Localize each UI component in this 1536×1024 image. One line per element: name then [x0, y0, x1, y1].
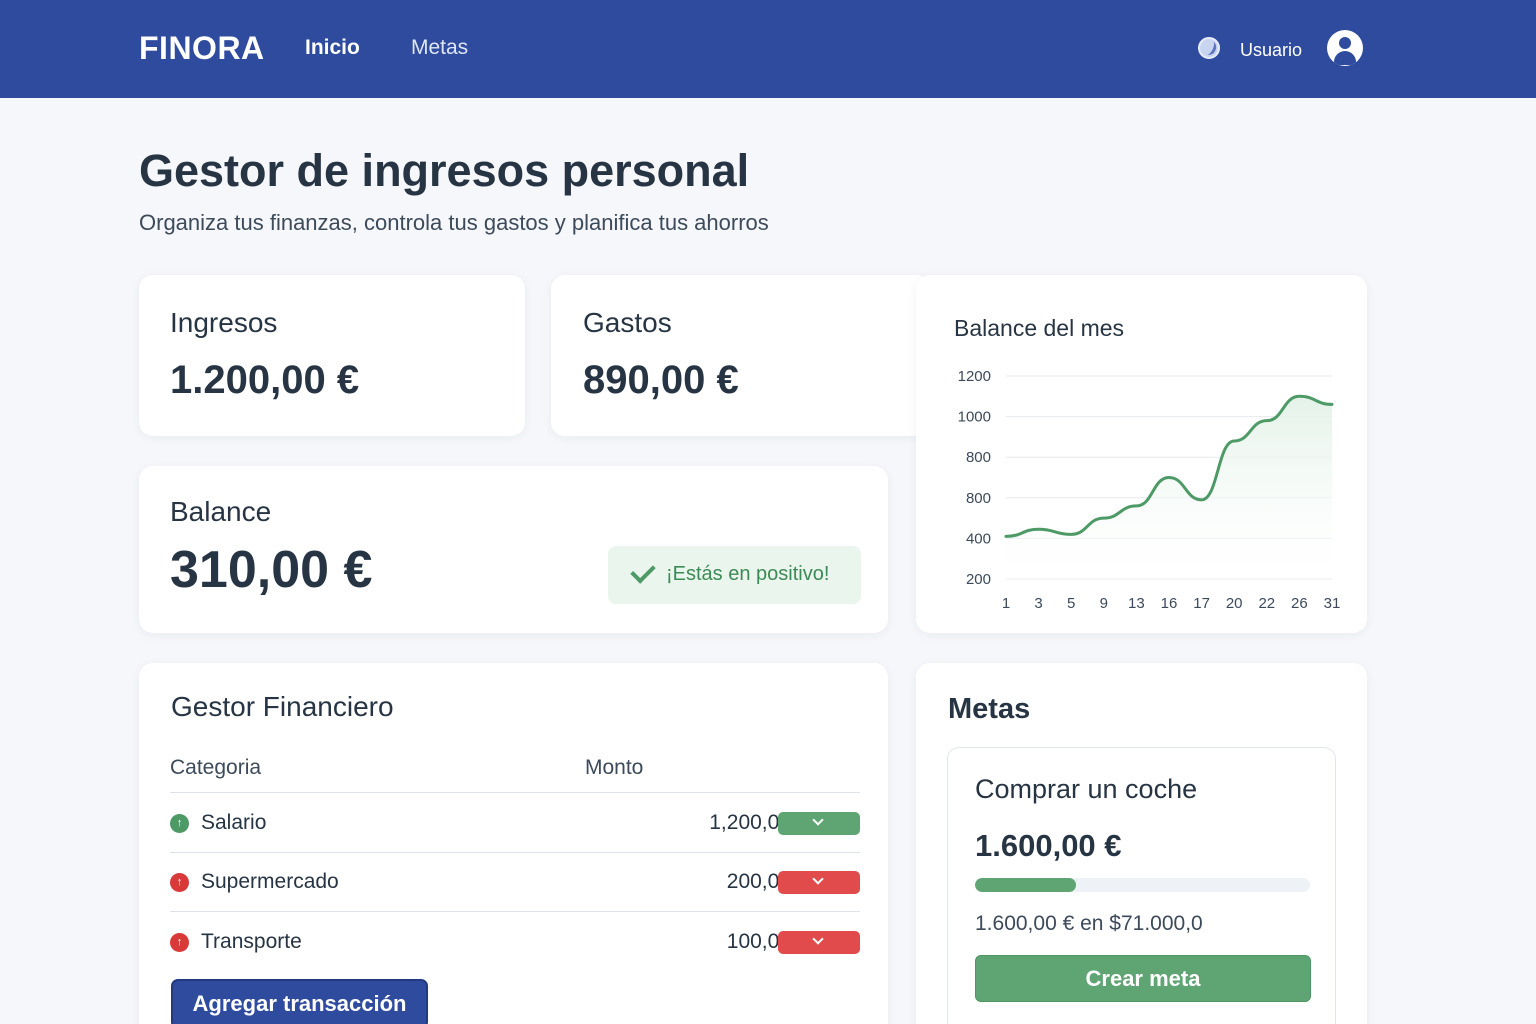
nav-link-metas[interactable]: Metas — [411, 36, 468, 60]
metas-title: Metas — [948, 693, 1031, 725]
goal-progress-fill — [975, 878, 1076, 892]
x-tick-label: 5 — [1067, 595, 1075, 612]
user-avatar-icon[interactable] — [1327, 30, 1363, 66]
gestor-financiero-card: Gestor Financiero Categoria Monto ↑ Sala… — [139, 663, 888, 1024]
y-tick-label: 400 — [966, 530, 991, 547]
table-row: ↑ Supermercado 200,00 — [170, 853, 860, 911]
row-amount: 200,00 — [726, 870, 791, 893]
x-tick-label: 9 — [1100, 595, 1108, 612]
y-tick-label: 800 — [966, 490, 991, 507]
table-divider — [170, 792, 860, 793]
brand-logo[interactable]: FINORA — [139, 30, 265, 67]
top-navigation-bar: FINORA Inicio Metas Usuario — [0, 0, 1536, 98]
table-row: ↑ Salario 1,200,00 — [170, 794, 860, 852]
row-dropdown-button[interactable] — [778, 931, 860, 954]
add-transaction-button[interactable]: Agregar transacción — [171, 979, 428, 1024]
ingresos-card: Ingresos 1.200,00 € — [139, 275, 525, 436]
positive-status-badge: ¡Estás en positivo! — [608, 546, 861, 604]
gastos-label: Gastos — [583, 307, 672, 338]
row-category: Supermercado — [201, 870, 339, 893]
x-tick-label: 13 — [1128, 595, 1145, 612]
expense-arrow-icon: ↑ — [170, 933, 189, 952]
row-dropdown-button[interactable] — [778, 871, 860, 894]
table-divider — [170, 911, 860, 912]
x-tick-label: 20 — [1226, 595, 1243, 612]
x-tick-label: 17 — [1193, 595, 1210, 612]
goal-card: Comprar un coche 1.600,00 € 1.600,00 € e… — [947, 747, 1336, 1024]
positive-status-text: ¡Estás en positivo! — [666, 563, 830, 585]
metas-card: Metas Comprar un coche 1.600,00 € 1.600,… — [916, 663, 1367, 1024]
x-tick-label: 1 — [1002, 595, 1010, 612]
create-goal-button[interactable]: Crear meta — [975, 955, 1311, 1002]
row-category: Salario — [201, 811, 267, 834]
user-label[interactable]: Usuario — [1240, 40, 1302, 61]
y-tick-label: 200 — [966, 571, 991, 588]
balance-value: 310,00 € — [170, 541, 373, 599]
chevron-down-icon — [812, 933, 824, 945]
checkmark-icon — [630, 558, 656, 584]
ingresos-value: 1.200,00 € — [170, 358, 360, 402]
page-title: Gestor de ingresos personal — [139, 145, 750, 196]
gestor-title: Gestor Financiero — [171, 691, 394, 722]
y-tick-label: 1000 — [958, 409, 991, 426]
x-tick-label: 31 — [1324, 595, 1341, 612]
income-arrow-icon: ↑ — [170, 814, 189, 833]
balance-chart-card: Balance del mes 200 400 800 800 1000 1200 1 3 5 9… — [916, 275, 1367, 633]
globe-icon[interactable] — [1198, 37, 1220, 59]
gastos-value: 890,00 € — [583, 358, 739, 402]
row-amount: 1,200,00 — [709, 811, 791, 834]
goal-name: Comprar un coche — [975, 774, 1198, 804]
expense-arrow-icon: ↑ — [170, 873, 189, 892]
chevron-down-icon — [812, 814, 824, 826]
ingresos-label: Ingresos — [170, 307, 278, 338]
balance-area-chart: 200400800800100012001 3 5 9 13 16 17 20 22 26 31 — [958, 368, 1341, 612]
row-dropdown-button[interactable] — [778, 812, 860, 835]
y-tick-label: 1200 — [958, 368, 991, 385]
chevron-down-icon — [812, 873, 824, 885]
balance-label: Balance — [170, 496, 272, 527]
table-row: ↑ Transporte 100,00 — [170, 913, 860, 971]
y-tick-label: 800 — [966, 449, 991, 466]
balance-card: Balance 310,00 € ¡Estás en positivo! — [139, 466, 888, 633]
gastos-card: Gastos 890,00 € — [551, 275, 931, 436]
row-category: Transporte — [201, 930, 302, 953]
column-header-categoria: Categoria — [170, 756, 262, 779]
nav-link-inicio[interactable]: Inicio — [305, 36, 360, 60]
chart-area-fill — [1006, 396, 1332, 579]
page-subtitle: Organiza tus finanzas, controla tus gast… — [139, 210, 769, 235]
row-amount: 100,00 — [726, 930, 791, 953]
x-tick-label: 22 — [1258, 595, 1275, 612]
x-tick-label: 3 — [1034, 595, 1042, 612]
x-tick-label: 26 — [1291, 595, 1308, 612]
goal-progress-bar — [975, 878, 1310, 892]
goal-amount: 1.600,00 € — [975, 828, 1122, 863]
x-tick-label: 16 — [1161, 595, 1178, 612]
goal-detail: 1.600,00 € en $71.000,0 — [975, 912, 1203, 935]
avatar-body-shape — [1334, 51, 1356, 65]
avatar-head-shape — [1339, 37, 1351, 49]
column-header-monto: Monto — [585, 756, 644, 779]
